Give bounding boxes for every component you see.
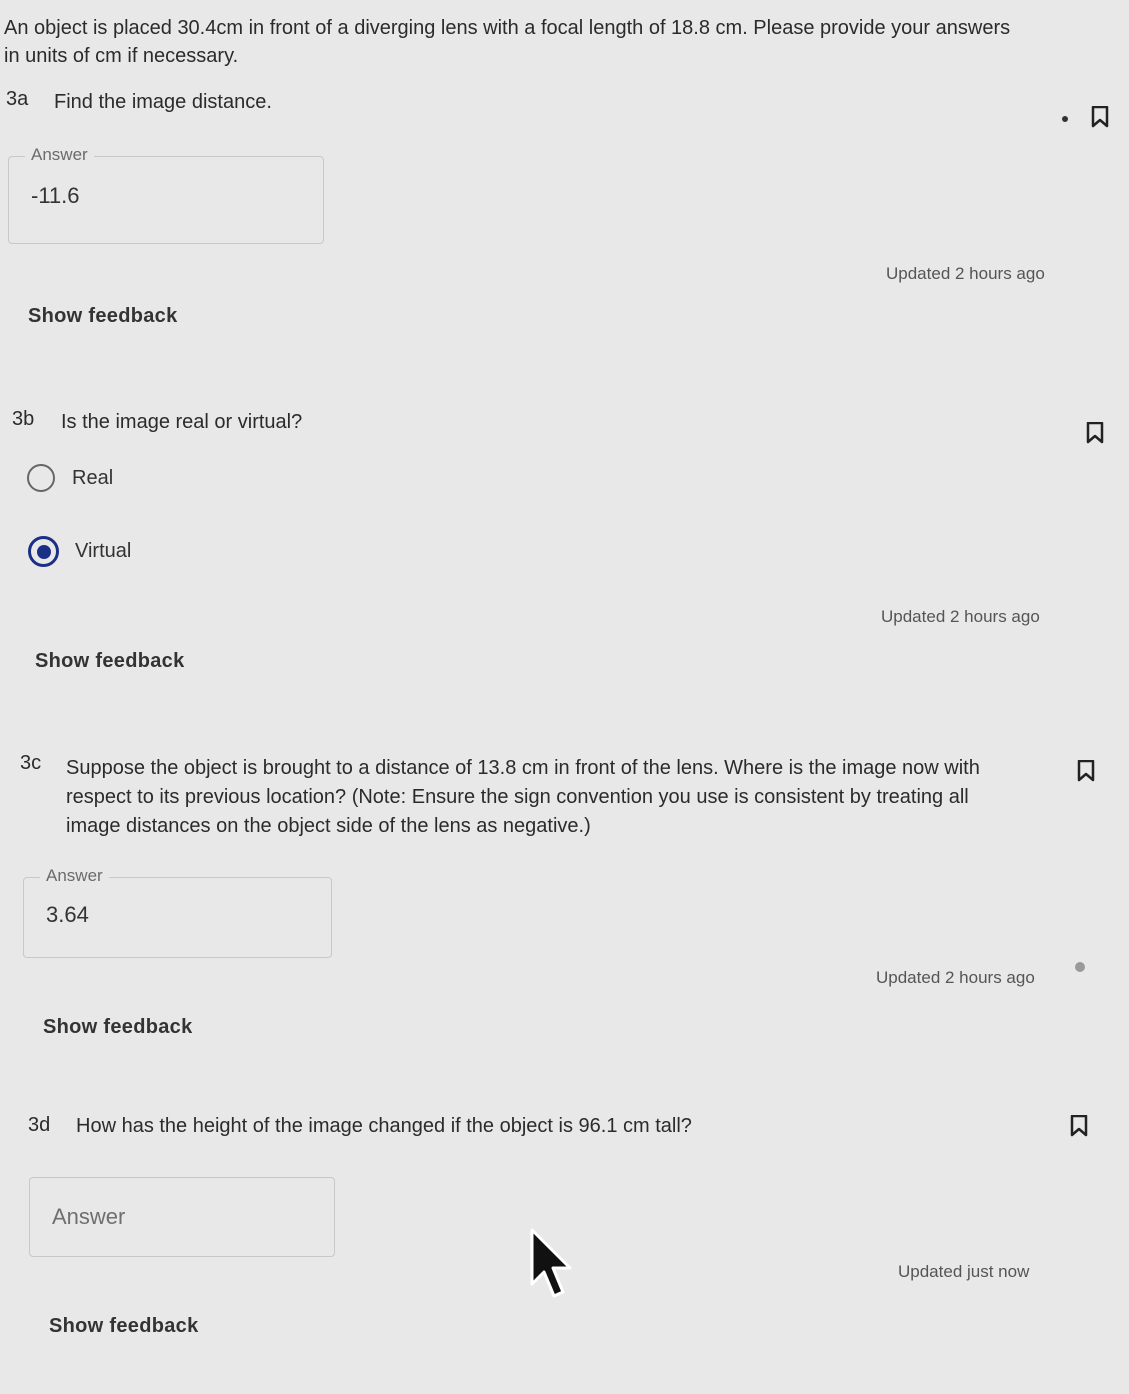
- answer-field-3d[interactable]: Answer: [29, 1177, 335, 1257]
- answer-placeholder: Answer: [52, 1204, 126, 1229]
- show-feedback-button-3a[interactable]: Show feedback: [28, 305, 178, 328]
- question-number-3c: 3c: [20, 752, 42, 774]
- question-number-3b: 3b: [12, 408, 35, 430]
- updated-status-3b: Updated 2 hours ago: [881, 607, 1040, 626]
- radio-button[interactable]: [27, 464, 55, 492]
- question-text-line: respect to its previous location? (Note:…: [66, 786, 969, 808]
- flag-question-icon[interactable]: [1077, 760, 1095, 782]
- radio-option-virtual[interactable]: Virtual: [28, 536, 131, 567]
- answer-label: Answer: [40, 866, 109, 886]
- updated-status-3d: Updated just now: [898, 1262, 1030, 1281]
- show-feedback-button-3b[interactable]: Show feedback: [35, 650, 185, 673]
- dot-marker: [1062, 116, 1068, 122]
- radio-option-real[interactable]: Real: [27, 464, 113, 492]
- show-feedback-button-3d[interactable]: Show feedback: [49, 1315, 199, 1338]
- flag-question-icon[interactable]: [1091, 106, 1109, 128]
- question-text-3b: Is the image real or virtual?: [61, 411, 303, 433]
- status-dot: [1075, 962, 1085, 972]
- updated-status-3c: Updated 2 hours ago: [876, 968, 1035, 987]
- radio-selected-dot: [36, 544, 51, 559]
- show-feedback-button-3c[interactable]: Show feedback: [43, 1016, 193, 1039]
- question-number-3a: 3a: [6, 88, 29, 110]
- radio-label: Real: [72, 466, 114, 489]
- answer-field-3c[interactable]: Answer 3.64: [23, 866, 332, 958]
- flag-question-icon[interactable]: [1070, 1115, 1088, 1137]
- radio-label: Virtual: [75, 540, 132, 562]
- flag-question-icon[interactable]: [1086, 422, 1104, 444]
- question-text-line: image distances on the object side of th…: [66, 815, 591, 837]
- answer-value: -11.6: [31, 183, 80, 208]
- question-number-3d: 3d: [28, 1114, 51, 1136]
- question-text-line: Suppose the object is brought to a dista…: [66, 757, 980, 779]
- question-text-3d: How has the height of the image changed …: [76, 1115, 692, 1137]
- answer-label: Answer: [25, 145, 94, 165]
- question-text-3a: Find the image distance.: [54, 91, 272, 113]
- updated-status-3a: Updated 2 hours ago: [886, 264, 1045, 283]
- question-text-3c: Suppose the object is brought to a dista…: [66, 754, 1046, 841]
- mouse-cursor-icon: [530, 1228, 572, 1298]
- radio-button-selected[interactable]: [28, 536, 59, 567]
- problem-intro: An object is placed 30.4cm in front of a…: [4, 17, 1011, 67]
- answer-field-3a[interactable]: Answer -11.6: [8, 145, 324, 244]
- answer-value: 3.64: [46, 902, 89, 927]
